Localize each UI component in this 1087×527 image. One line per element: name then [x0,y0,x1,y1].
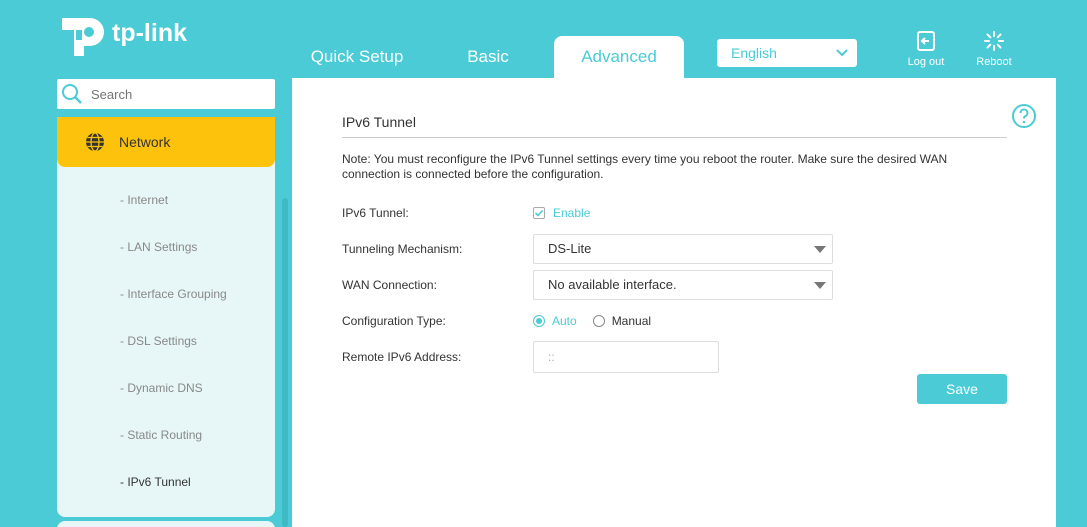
save-button[interactable]: Save [917,374,1007,404]
logout-label: Log out [907,56,945,68]
help-icon[interactable] [1011,103,1037,129]
caret-down-icon [814,282,826,289]
search-box[interactable] [57,79,275,109]
reboot-button[interactable]: Reboot [964,30,1024,68]
sidebar-section-label: Network [119,134,171,150]
remote-ipv6-label: Remote IPv6 Address: [342,350,462,364]
wan-connection-select[interactable]: No available interface. [533,270,833,300]
language-select[interactable]: English [717,39,857,67]
search-input[interactable] [91,86,261,102]
tab-basic[interactable]: Basic [432,36,544,78]
reboot-label: Reboot [976,56,1012,68]
row-configuration-type: Configuration Type: Auto Manual [342,306,651,336]
row-ipv6-tunnel: IPv6 Tunnel: Enable [342,198,590,228]
language-value: English [731,45,777,61]
configuration-type-label: Configuration Type: [342,314,446,328]
chevron-down-icon [836,49,848,57]
logout-button[interactable]: Log out [896,30,956,68]
tp-link-logo: tp-link [56,12,187,58]
sidebar-item-ipv6-tunnel[interactable]: - IPv6 Tunnel [57,457,275,504]
sidebar-panel: Network - Internet - LAN Settings - Inte… [57,117,275,517]
sidebar-section-network[interactable]: Network [57,117,275,167]
sidebar-item-lan-settings[interactable]: - LAN Settings [57,222,275,269]
logo-text: tp-link [112,18,187,47]
row-wan-connection: WAN Connection: No available interface. [342,270,833,300]
sidebar-scrollbar[interactable] [282,198,288,527]
tab-quick-setup[interactable]: Quick Setup [300,36,414,78]
manual-radio[interactable] [592,315,605,327]
checkmark-icon [534,209,544,217]
note-text: Note: You must reconfigure the IPv6 Tunn… [342,152,948,181]
tunneling-mechanism-value: DS-Lite [548,241,592,256]
globe-icon [86,132,104,152]
sidebar-menu: - Internet - LAN Settings - Interface Gr… [57,175,275,504]
sidebar-item-static-routing[interactable]: - Static Routing [57,410,275,457]
tunneling-mechanism-label: Tunneling Mechanism: [342,242,463,256]
main-content: IPv6 Tunnel Note: You must reconfigure t… [292,78,1056,527]
tab-advanced[interactable]: Advanced [554,36,684,78]
sidebar-item-internet[interactable]: - Internet [57,175,275,222]
row-tunneling-mechanism: Tunneling Mechanism: DS-Lite [342,234,833,264]
search-icon [62,84,82,104]
sidebar-next-section [57,521,275,527]
enable-checkbox[interactable] [533,207,545,219]
sidebar-item-dynamic-dns[interactable]: - Dynamic DNS [57,363,275,410]
wan-connection-value: No available interface. [548,277,677,292]
reboot-icon [984,31,1004,51]
auto-label[interactable]: Auto [552,314,577,328]
ipv6-tunnel-label: IPv6 Tunnel: [342,206,409,220]
tp-link-logo-icon [62,18,104,56]
tunneling-mechanism-select[interactable]: DS-Lite [533,234,833,264]
sidebar-item-dsl-settings[interactable]: - DSL Settings [57,316,275,363]
remote-ipv6-input[interactable] [533,341,719,373]
enable-label[interactable]: Enable [553,206,590,220]
wan-connection-label: WAN Connection: [342,278,437,292]
caret-down-icon [814,246,826,253]
sidebar-item-interface-grouping[interactable]: - Interface Grouping [57,269,275,316]
page-title: IPv6 Tunnel [342,114,1007,138]
logout-icon [917,31,935,51]
auto-radio[interactable] [533,315,545,327]
manual-label[interactable]: Manual [612,314,651,328]
row-remote-ipv6: Remote IPv6 Address: [342,341,719,373]
